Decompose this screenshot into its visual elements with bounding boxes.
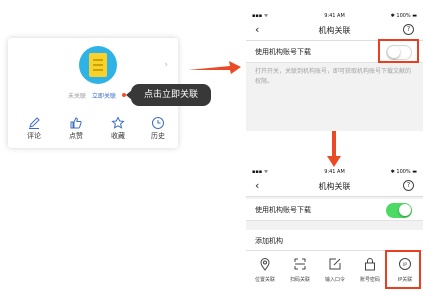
- toggle-highlight-box: [378, 39, 419, 63]
- toggle-description: 打开开关，关联到机构账号，即可获取机构账号下载文献的权限。: [255, 68, 412, 85]
- nav-bar: ‹ 机构关联 ?: [246, 20, 423, 41]
- down-arrow-icon: [327, 128, 341, 167]
- phone-screen-before: ▪▪▪ ᯤ 9:41 AM ✱ 100% ▬ ‹ 机构关联 ? 使用机构账号下载…: [246, 11, 423, 131]
- comment-action[interactable]: 评论: [18, 116, 50, 141]
- phone-screen-after: ▪▪▪ ᯤ 9:41 AM ✱ 100% ▬ ‹ 机构关联 ? 使用机构账号下载…: [246, 167, 423, 293]
- institution-download-label: 使用机构账号下载: [255, 48, 311, 56]
- star-icon: [111, 116, 125, 129]
- favorite-action[interactable]: 收藏: [102, 116, 134, 141]
- lock-icon: [365, 258, 375, 271]
- card-action-bar: 评论 点赞 收藏 历史: [8, 116, 178, 144]
- status-bar: ▪▪▪ ᯤ 9:41 AM ✱ 100% ▬: [246, 11, 423, 20]
- add-institution-title: 添加机构: [255, 237, 283, 245]
- right-arrow-icon: [188, 61, 241, 74]
- location-pin-icon: [260, 258, 270, 271]
- scan-icon: [294, 258, 306, 270]
- edit-box-icon: [329, 258, 341, 270]
- ip-option-highlight-box: [385, 250, 421, 289]
- battery-icon: ✱ 100% ▬: [390, 13, 417, 19]
- chevron-right-icon[interactable]: ›: [164, 60, 168, 70]
- help-icon[interactable]: ?: [403, 24, 414, 35]
- institution-download-toggle[interactable]: [386, 203, 412, 218]
- option-account-label: 账号密码: [359, 277, 380, 283]
- like-action[interactable]: 点赞: [60, 116, 92, 141]
- associate-now-link[interactable]: 立即关联: [92, 91, 116, 100]
- favorite-label: 收藏: [111, 132, 125, 140]
- document-avatar-icon[interactable]: [79, 46, 117, 84]
- nav-bar: ‹ 机构关联 ?: [246, 176, 423, 197]
- like-label: 点赞: [69, 132, 83, 140]
- thumbs-up-icon: [70, 117, 82, 129]
- tooltip-bubble: 点击立即关联: [131, 84, 211, 106]
- option-scan[interactable]: 扫码关联: [283, 255, 317, 283]
- pencil-icon: [29, 117, 40, 129]
- institution-download-row: 使用机构账号下载: [246, 199, 423, 221]
- flow-diagram-canvas: › 未关联 立即关联 评论 点赞 收藏 历史 点击立即关联 ▪▪▪ ᯤ 9:41…: [0, 0, 431, 300]
- toggle-knob: [399, 204, 411, 216]
- comment-label: 评论: [27, 132, 41, 140]
- status-bar: ▪▪▪ ᯤ 9:41 AM ✱ 100% ▬: [246, 167, 423, 176]
- page-title: 机构关联: [318, 182, 351, 191]
- history-label: 历史: [151, 132, 165, 140]
- association-status-text: 未关联: [68, 93, 87, 100]
- option-passcode[interactable]: 输入口令: [318, 255, 352, 283]
- option-location[interactable]: 位置关联: [248, 255, 282, 283]
- page-title: 机构关联: [318, 26, 351, 35]
- battery-icon: ✱ 100% ▬: [390, 169, 417, 175]
- option-location-label: 位置关联: [254, 277, 275, 283]
- option-passcode-label: 输入口令: [324, 277, 345, 283]
- history-action[interactable]: 历史: [142, 116, 174, 141]
- help-icon[interactable]: ?: [403, 180, 414, 191]
- clock-icon: [152, 117, 164, 129]
- institution-download-label: 使用机构账号下载: [255, 206, 311, 214]
- option-account[interactable]: 账号密码: [353, 255, 387, 283]
- option-scan-label: 扫码关联: [289, 277, 310, 283]
